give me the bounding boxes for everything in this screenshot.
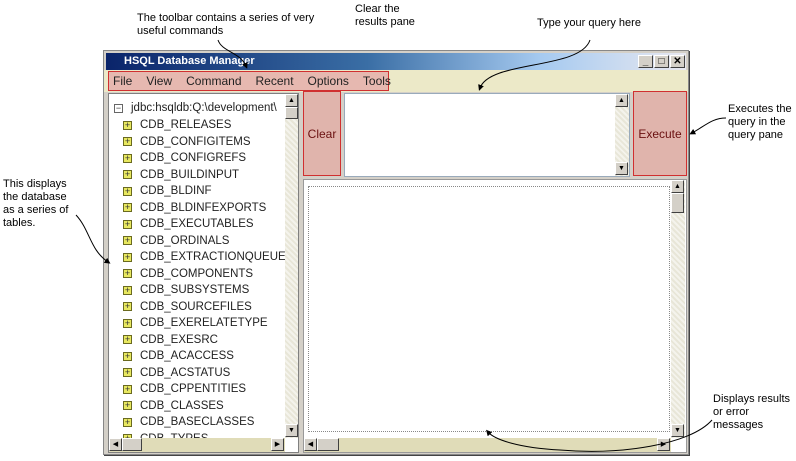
- arrow-execute: [689, 117, 727, 135]
- arrow-query: [478, 39, 591, 91]
- arrow-results: [486, 419, 713, 452]
- annotation-arrows: [75, 39, 727, 452]
- arrow-toolbar: [217, 39, 248, 69]
- arrow-tree: [75, 214, 111, 264]
